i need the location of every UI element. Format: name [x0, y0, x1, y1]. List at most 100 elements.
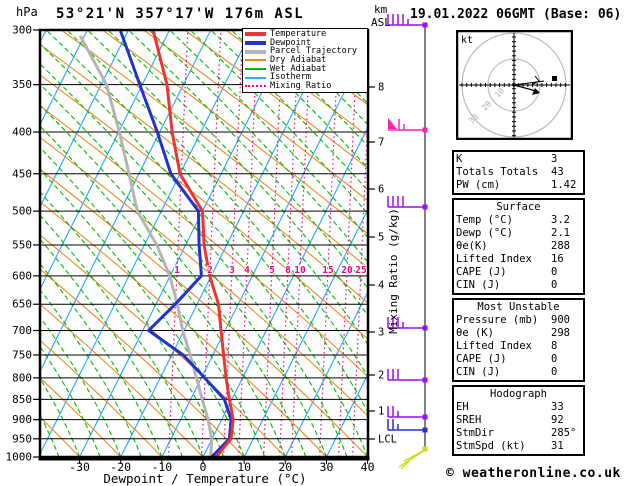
svg-text:5: 5	[378, 232, 384, 244]
svg-text:-30: -30	[69, 460, 90, 474]
stat-row: Temp (°C) 3.2	[456, 214, 581, 227]
svg-text:10: 10	[294, 265, 306, 276]
legend-swatch	[245, 41, 266, 46]
svg-text:30: 30	[320, 460, 334, 474]
svg-text:5: 5	[269, 265, 275, 276]
wind-barb	[387, 14, 428, 28]
stat-row: CAPE (J) 0	[456, 266, 581, 279]
stat-value: 16	[551, 253, 564, 265]
stat-label: CAPE (J)	[456, 353, 507, 365]
svg-text:20: 20	[341, 265, 353, 276]
svg-text:2: 2	[378, 370, 384, 382]
legend-swatch	[245, 59, 266, 62]
stat-row: StmDir 285°	[456, 427, 581, 440]
stat-label: Temp (°C)	[456, 214, 513, 226]
stat-row: Pressure (mb) 900	[456, 314, 581, 327]
legend-item-mixing-ratio: Mixing Ratio	[245, 82, 365, 91]
stat-label: CAPE (J)	[456, 266, 507, 278]
svg-text:550: 550	[12, 238, 32, 251]
wind-barb	[387, 369, 428, 383]
stat-label: Lifted Index	[456, 253, 532, 265]
hodograph: kt102030	[456, 30, 573, 140]
stat-value: 3.2	[551, 214, 570, 226]
svg-text:600: 600	[12, 269, 32, 282]
stat-row: CIN (J) 0	[456, 279, 581, 292]
svg-text:700: 700	[12, 324, 32, 337]
stat-label: SREH	[456, 414, 482, 426]
wind-barb	[387, 419, 428, 433]
legend-swatch	[245, 32, 266, 37]
svg-text:750: 750	[12, 348, 32, 361]
chart-legend: Temperature Dewpoint Parcel Trajectory Dry …	[242, 28, 368, 93]
svg-text:15: 15	[322, 265, 334, 276]
stat-label: StmDir	[456, 427, 494, 439]
stat-label: Dewp (°C)	[456, 227, 513, 239]
svg-text:450: 450	[12, 167, 32, 180]
mixing-ratio-axis-label: Mixing Ratio (g/kg)	[387, 208, 400, 334]
stat-value: 298	[551, 327, 570, 339]
svg-text:500: 500	[12, 205, 32, 218]
stat-label: CIN (J)	[456, 279, 501, 291]
stat-row: SREH 92	[456, 414, 581, 427]
stats-table-indices: K 3 Totals Totals 43 PW (cm) 1.42	[452, 150, 585, 195]
svg-text:350: 350	[12, 78, 32, 91]
stat-label: θe (K)	[456, 327, 494, 339]
hodograph-marker	[552, 76, 557, 81]
stat-value: 92	[551, 414, 564, 426]
svg-text:25: 25	[355, 265, 367, 276]
pressure-axis: 300 350 400 450 500 550 600 650 700 750 800 850 900 9…	[6, 24, 40, 464]
svg-text:400: 400	[12, 126, 32, 139]
svg-text:7: 7	[378, 137, 384, 149]
svg-text:900: 900	[12, 413, 32, 426]
stats-table-hodograph: Hodograph EH 33 SREH 92 StmDir 285° StmSpd (kt)…	[452, 385, 585, 456]
svg-text:8: 8	[285, 265, 291, 276]
stat-value: 0	[551, 279, 558, 291]
hodograph-unit-label: kt	[461, 35, 473, 46]
stat-value: 288	[551, 240, 570, 252]
legend-swatch	[245, 49, 266, 54]
svg-text:800: 800	[12, 371, 32, 384]
stat-row: PW (cm) 1.42	[456, 179, 581, 192]
stats-table-header: Surface	[496, 201, 541, 213]
legend-swatch	[245, 85, 266, 88]
svg-text:1: 1	[378, 406, 384, 418]
stat-value: 2.1	[551, 227, 570, 239]
svg-text:40: 40	[361, 460, 375, 474]
stat-value: 900	[551, 314, 570, 326]
stats-table-surface: Surface Temp (°C) 3.2 Dewp (°C) 2.1 θe(K) 288 L…	[452, 198, 585, 295]
stat-row: K3	[456, 153, 581, 166]
stats-table-header: Hodograph	[490, 388, 547, 400]
stat-label: θe(K)	[456, 240, 488, 252]
stat-value: 3	[551, 153, 558, 165]
stats-tables: K 3 Totals Totals 43 PW (cm) 1.42 Surface Temp …	[452, 150, 585, 459]
stat-value: 0	[551, 266, 558, 278]
stat-row: CIN (J) 0	[456, 366, 581, 379]
stat-label: K	[456, 153, 463, 165]
stat-label: EH	[456, 401, 469, 413]
stat-row: θe(K) 288	[456, 240, 581, 253]
svg-text:LCL: LCL	[378, 434, 397, 446]
svg-text:300: 300	[12, 24, 32, 37]
stat-value: 285°	[551, 427, 577, 439]
stat-value: 43	[551, 166, 564, 178]
svg-text:850: 850	[12, 393, 32, 406]
svg-text:3: 3	[378, 327, 384, 339]
stat-value: 33	[551, 401, 564, 413]
svg-text:8: 8	[378, 82, 384, 94]
legend-swatch	[245, 68, 266, 71]
stat-label: Lifted Index	[456, 340, 532, 352]
svg-text:650: 650	[12, 298, 32, 311]
stat-row: Lifted Index 8	[456, 340, 581, 353]
stat-value: 0	[551, 366, 558, 378]
stat-label: StmSpd (kt)	[456, 440, 526, 452]
svg-text:950: 950	[12, 432, 32, 445]
stat-row: StmSpd (kt) 31	[456, 440, 581, 453]
stat-label: CIN (J)	[456, 366, 501, 378]
svg-text:2: 2	[207, 265, 213, 276]
stat-value: 1.42	[551, 179, 577, 191]
sounding-curves	[78, 30, 235, 457]
legend-label: Mixing Ratio	[270, 81, 332, 92]
footer-credit: © weatheronline.co.uk	[446, 466, 621, 481]
stat-value: 31	[551, 440, 564, 452]
stat-row: Totals Totals 43	[456, 166, 581, 179]
